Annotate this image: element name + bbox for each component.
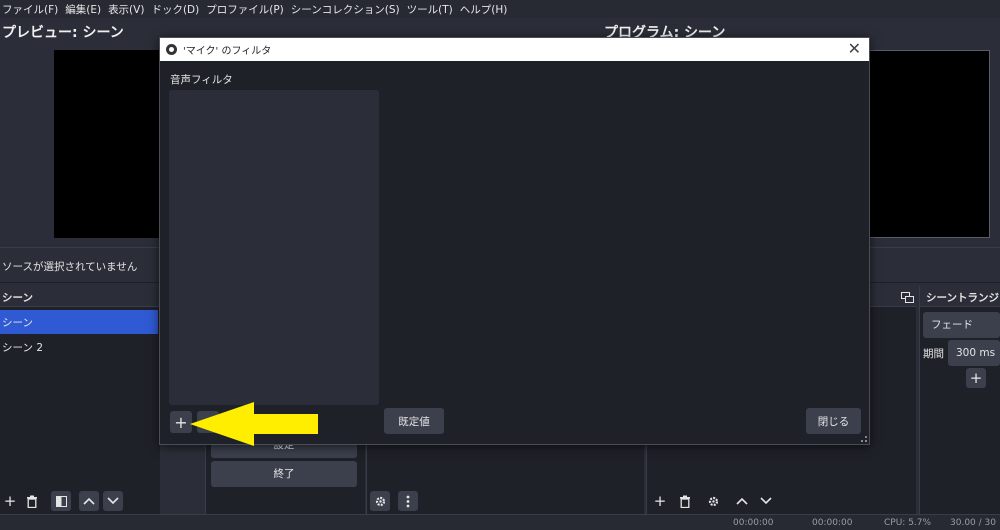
menu-edit[interactable]: 編集(E) [63,2,106,17]
cpu-usage: CPU: 5.7% [884,518,932,528]
transition-type-select[interactable]: フェード [923,312,1000,338]
status-bar: 00:00:00 00:00:00 CPU: 5.7% 30.00 / 30 [0,514,1000,530]
source-move-down-chevron-icon[interactable] [756,491,776,511]
menu-bar: ファイル(F) 編集(E) 表示(V) ドック(D) プロファイル(P) シーン… [0,0,1000,18]
no-source-text: ソースが選択されていません [2,261,138,273]
dialog-titlebar: 'マイク' のフィルタ ✕ [160,38,869,61]
audio-filters-label: 音声フィルタ [170,74,233,86]
dialog-close-icon[interactable]: ✕ [848,40,861,58]
remove-scene-trash-icon[interactable] [22,491,42,511]
scenes-dock-header: シーン [0,286,160,307]
add-source-plus-icon[interactable]: + [650,491,670,511]
source-move-up-chevron-icon[interactable] [732,491,752,511]
duration-input[interactable]: 300 ms [948,340,1000,366]
menu-scene-collection[interactable]: シーンコレクション(S) [289,2,405,17]
obs-logo-icon [166,44,177,55]
fps-readout: 30.00 / 30 [950,518,996,528]
dialog-title: 'マイク' のフィルタ [183,46,272,57]
scene-list-item[interactable]: シーン [0,310,158,334]
transitions-dock-header: シーントランジション [920,286,1000,307]
add-filter-plus-icon[interactable]: + [170,411,192,433]
menu-dock[interactable]: ドック(D) [149,2,204,17]
menu-help[interactable]: ヘルプ(H) [458,2,513,17]
menu-file[interactable]: ファイル(F) [0,2,63,17]
add-transition-plus-icon[interactable]: + [966,368,986,388]
exit-button[interactable]: 終了 [211,461,357,487]
duration-label: 期間 [923,348,944,360]
move-down-chevron-icon[interactable] [103,491,123,511]
advanced-audio-gear-icon[interactable] [370,491,390,511]
source-properties-gear-icon[interactable] [703,491,723,511]
annotation-arrow-icon [190,402,318,446]
preview-canvas[interactable] [54,50,164,238]
program-canvas[interactable] [868,50,990,238]
scenes-dock: シーン シーン シーン 2 [0,286,160,514]
mixer-menu-kebab-icon[interactable] [398,491,418,511]
undock-window-icon[interactable] [897,287,917,307]
remove-source-trash-icon[interactable] [675,491,695,511]
menu-tools[interactable]: ツール(T) [405,2,458,17]
record-time: 00:00:00 [812,518,853,528]
move-up-chevron-icon[interactable] [79,491,99,511]
close-button[interactable]: 閉じる [806,408,861,434]
resize-grip[interactable] [861,436,867,442]
scene-list-item[interactable]: シーン 2 [0,335,158,359]
stream-time: 00:00:00 [733,518,774,528]
add-scene-plus-icon[interactable]: + [0,491,20,511]
menu-view[interactable]: 表示(V) [106,2,149,17]
menu-profile[interactable]: プロファイル(P) [204,2,289,17]
preview-title: プレビュー: シーン [2,25,124,41]
filters-dialog: 'マイク' のフィルタ ✕ 音声フィルタ + 既定値 閉じる [159,37,870,445]
scene-filters-icon[interactable] [51,491,71,511]
audio-filters-list[interactable] [169,90,379,405]
defaults-button[interactable]: 既定値 [384,408,444,434]
